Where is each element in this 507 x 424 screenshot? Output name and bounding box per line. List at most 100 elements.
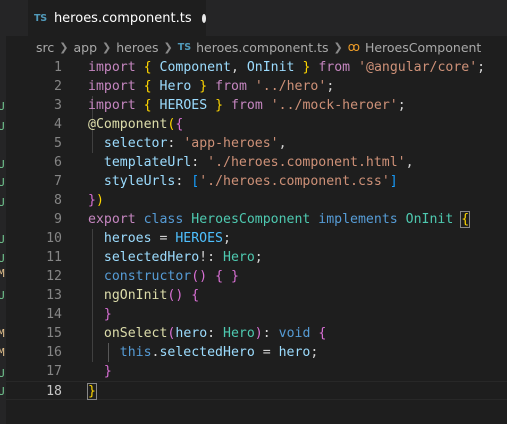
code-line[interactable]: 18} <box>6 381 507 400</box>
code-token: Component <box>95 117 168 132</box>
code-text: export class HeroesComponent implements … <box>88 210 471 229</box>
code-token: constructor <box>103 269 192 284</box>
unsaved-changes-dot-icon[interactable] <box>201 14 206 23</box>
line-number: 14 <box>46 307 62 322</box>
breadcrumb-item-src[interactable]: src <box>36 40 54 55</box>
code-text: heroes = HEROES; <box>88 229 231 248</box>
line-number: 13 <box>46 288 62 303</box>
code-token: this <box>119 345 152 360</box>
code-token: ; <box>223 231 231 246</box>
code-token: : <box>167 136 184 151</box>
line-number: 12 <box>46 269 62 284</box>
code-token: heroes <box>103 231 152 246</box>
code-text: selector: 'app-heroes', <box>88 134 287 153</box>
code-token: , <box>230 60 247 75</box>
code-text: this.selectedHero = hero; <box>88 343 319 362</box>
code-line[interactable]: 14 } <box>6 305 507 324</box>
chevron-right-icon: ❯ <box>59 40 69 54</box>
breadcrumb-item-file[interactable]: heroes.component.ts <box>196 40 328 55</box>
code-token: Hero <box>159 79 192 94</box>
code-line[interactable]: 5 selector: 'app-heroes', <box>6 134 507 153</box>
code-token: export <box>88 212 136 227</box>
code-token: from <box>231 98 263 113</box>
code-line[interactable]: 4 @Component({ <box>6 115 507 134</box>
breadcrumb-item-class[interactable]: HeroesComponent <box>365 40 481 55</box>
code-text: }) <box>88 191 104 210</box>
line-number: 10 <box>46 231 62 246</box>
code-token: ngOnInit <box>103 288 168 303</box>
breadcrumb-item-heroes[interactable]: heroes <box>116 40 158 55</box>
code-line[interactable]: 6 templateUrl: './heroes.component.html'… <box>6 153 507 172</box>
code-token: HeroesComponent <box>191 212 311 227</box>
code-line[interactable]: 1 import { Component, OnInit } from '@ang… <box>6 58 507 77</box>
editor-tab-heroes-component[interactable]: TS heroes.component.ts <box>28 0 206 36</box>
line-number: 5 <box>54 136 62 151</box>
breadcrumb: src ❯ app ❯ heroes ❯ TS heroes.component… <box>6 36 507 58</box>
code-line[interactable]: 2 import { Hero } from '../hero'; <box>6 77 507 96</box>
tab-bar: TS heroes.component.ts <box>6 0 507 36</box>
code-line[interactable]: 9 export class HeroesComponent implements… <box>6 210 507 229</box>
code-token: } <box>103 307 112 322</box>
code-line[interactable]: 7 styleUrls: ['./heroes.component.css'] <box>6 172 507 191</box>
line-number: 3 <box>54 98 62 113</box>
code-line[interactable]: 8}) <box>6 191 507 210</box>
code-token: [ <box>191 174 200 189</box>
line-number: 11 <box>46 250 62 265</box>
breadcrumb-item-app[interactable]: app <box>73 40 97 55</box>
code-token: import <box>88 60 136 75</box>
code-token: hero <box>278 345 311 360</box>
code-token: HEROES <box>159 98 208 113</box>
code-token: from <box>215 79 247 94</box>
code-token: { <box>143 98 152 113</box>
code-line[interactable]: 16 this.selectedHero = hero; <box>6 343 507 362</box>
code-token: = <box>151 231 176 246</box>
code-line[interactable]: 13 ngOnInit() { <box>6 286 507 305</box>
code-token: ; <box>397 98 406 113</box>
code-token: @ <box>88 117 96 132</box>
code-editor[interactable]: 1 import { Component, OnInit } from '@ang… <box>6 58 507 424</box>
code-token: } <box>215 98 224 113</box>
code-token: , <box>405 155 414 170</box>
line-number: 15 <box>46 326 62 341</box>
code-token: !: <box>199 250 223 265</box>
code-token: selectedHero <box>159 345 255 360</box>
code-token: } <box>88 193 96 208</box>
line-number: 8 <box>54 193 62 208</box>
code-line[interactable]: 15 onSelect(hero: Hero): void { <box>6 324 507 343</box>
code-text: constructor() { } <box>88 267 239 286</box>
code-token: { <box>191 288 200 303</box>
code-line[interactable]: 17 } <box>6 362 507 381</box>
code-token: : <box>175 174 192 189</box>
code-token: ) <box>254 326 263 341</box>
chevron-right-icon: ❯ <box>102 40 112 54</box>
code-line[interactable]: 11 selectedHero!: Hero; <box>6 248 507 267</box>
code-token: onSelect <box>103 326 168 341</box>
code-token: 'app-heroes' <box>183 136 279 151</box>
code-line[interactable]: 10 heroes = HEROES; <box>6 229 507 248</box>
code-line[interactable]: 3 import { HEROES } from '../mock-heroer'… <box>6 96 507 115</box>
code-line[interactable]: 12 constructor() { } <box>6 267 507 286</box>
code-token: selectedHero <box>103 250 200 265</box>
line-number: 7 <box>54 174 62 189</box>
typescript-file-icon: TS <box>177 41 192 53</box>
code-token: { <box>460 211 471 228</box>
code-token: '../mock-heroer' <box>270 98 398 113</box>
line-number: 18 <box>46 384 62 399</box>
line-number: 4 <box>54 117 62 132</box>
